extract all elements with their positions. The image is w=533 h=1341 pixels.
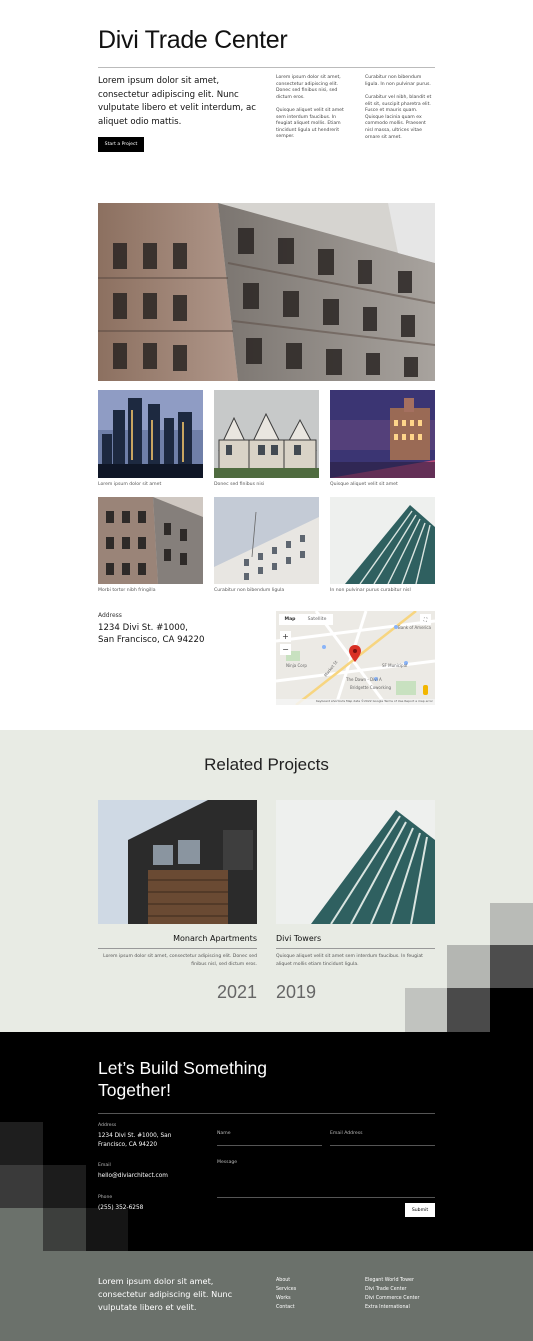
project-image-divi-towers[interactable] [276, 800, 435, 924]
gallery-caption-3: Quisque aliquet velit sit amet [330, 482, 398, 487]
footer-link-contact[interactable]: Contact [276, 1303, 295, 1312]
project-divider-1 [98, 948, 257, 949]
decor-square [405, 988, 447, 1032]
contact-address-value: 1234 Divi St. #1000, San Francisco, CA 9… [98, 1133, 172, 1148]
message-input[interactable]: Message [217, 1160, 237, 1165]
page-title: Divi Trade Center [98, 26, 288, 54]
footer-project-4[interactable]: Extra International [365, 1303, 410, 1312]
address-line-2: San Francisco, CA 94220 [98, 635, 205, 645]
gallery-image-glass-tower [330, 497, 435, 584]
decor-square [0, 1208, 43, 1251]
svg-text:The Dawn - Divi A: The Dawn - Divi A [345, 677, 382, 682]
submit-button[interactable]: Submit [405, 1203, 435, 1217]
email-input[interactable]: Email Address [330, 1131, 363, 1136]
zoom-in-button[interactable]: + [280, 631, 291, 642]
svg-text:Bank of America: Bank of America [398, 625, 431, 630]
zoom-out-button[interactable]: − [280, 644, 291, 655]
gallery-image-city-towers [98, 390, 203, 478]
gallery-image-night-street [330, 390, 435, 478]
project-image-monarch[interactable] [98, 800, 257, 924]
decor-square [447, 988, 490, 1032]
footer-link-about[interactable]: About [276, 1276, 290, 1285]
gallery-image-victorian-houses [214, 390, 319, 478]
project-name-monarch[interactable]: Monarch Apartments [98, 934, 257, 943]
contact-phone-label: Phone [98, 1195, 113, 1200]
header-lead: Lorem ipsum dolor sit amet, consectetur … [98, 76, 256, 127]
footer-lead: Lorem ipsum dolor sit amet, consectetur … [98, 1276, 233, 1312]
project-year-monarch: 2021 [216, 982, 257, 1002]
project-desc-monarch: Lorem ipsum dolor sit amet, consectetur … [103, 954, 257, 968]
footer-project-1[interactable]: Elegant World Tower [365, 1276, 414, 1285]
map-attribution: Keyboard shortcuts Map data ©2022 Google… [316, 699, 433, 703]
decor-square [0, 1122, 43, 1165]
email-input-underline [330, 1145, 435, 1146]
decor-square [490, 903, 533, 945]
decor-square [0, 1165, 43, 1208]
decor-square [86, 1208, 128, 1251]
gallery-image-facade [98, 497, 203, 584]
address-line-1: 1234 Divi St. #1000, [98, 623, 188, 633]
project-divider-2 [276, 948, 435, 949]
start-project-button[interactable]: Start a Project [98, 137, 144, 152]
decor-square [490, 945, 533, 988]
location-map[interactable]: Bank of America The Dawn - Divi A SF Munic… [276, 611, 435, 705]
gallery-caption-6: In non pulvinar purus curabitur nisl [330, 588, 411, 593]
gallery-caption-1: Lorem ipsum dolor sit amet [98, 482, 162, 487]
header-col2-p2: Quisque aliquet velit sit amet sem inter… [276, 108, 344, 140]
message-input-underline [217, 1197, 435, 1198]
hero-building-image [98, 203, 435, 381]
project-name-divi-towers[interactable]: Divi Towers [276, 934, 321, 943]
footer-link-services[interactable]: Services [276, 1285, 296, 1294]
contact-email-label: Email [98, 1163, 111, 1168]
site-footer [0, 1251, 533, 1341]
header-col3-p1: Curabitur non bibendum ligula. In non pu… [365, 75, 431, 87]
gallery-caption-5: Curabitur non bibendum ligula [214, 588, 285, 593]
contact-email-value[interactable]: hello@diviarchitect.com [98, 1172, 168, 1181]
fullscreen-icon[interactable]: ⛶ [420, 614, 431, 625]
header-col3-p2: Curabitur vel nibh, blandit et elit sit,… [365, 95, 432, 140]
svg-text:Ninja Corp: Ninja Corp [286, 663, 307, 668]
contact-divider [98, 1113, 435, 1114]
footer-link-works[interactable]: Works [276, 1294, 291, 1303]
address-label: Address [98, 612, 122, 619]
decor-square [447, 945, 490, 988]
gallery-caption-2: Donec sed finibus nisi [214, 482, 265, 487]
header-divider [98, 67, 435, 68]
name-input[interactable]: Name [217, 1131, 231, 1136]
decor-square [43, 1208, 86, 1251]
svg-text:Bridgette Coworking: Bridgette Coworking [350, 685, 391, 690]
name-input-underline [217, 1145, 322, 1146]
map-tab-map[interactable]: Map [279, 614, 301, 625]
project-desc-divi-towers: Quisque aliquet velit sit amet sem inter… [276, 954, 423, 968]
map-tab-satellite[interactable]: Satellite [301, 614, 333, 625]
project-year-divi-towers: 2019 [276, 982, 317, 1002]
contact-phone-value[interactable]: (255) 352-6258 [98, 1204, 143, 1213]
gallery-caption-4: Morbi tortor nibh fringilla [98, 588, 156, 593]
svg-text:SF Municipal: SF Municipal [382, 663, 407, 668]
footer-project-2[interactable]: Divi Trade Center [365, 1285, 407, 1294]
related-projects-title: Related Projects [204, 755, 329, 774]
decor-square [490, 988, 533, 1032]
gallery-image-white-building [214, 497, 319, 584]
header-col2-p1: Lorem ipsum dolor sit amet, consectetur … [276, 75, 341, 100]
decor-square [43, 1165, 86, 1208]
footer-project-3[interactable]: Divi Commerce Center [365, 1294, 419, 1303]
contact-address-label: Address [98, 1123, 117, 1128]
contact-title: Let’s Build Something Together! [98, 1058, 267, 1100]
